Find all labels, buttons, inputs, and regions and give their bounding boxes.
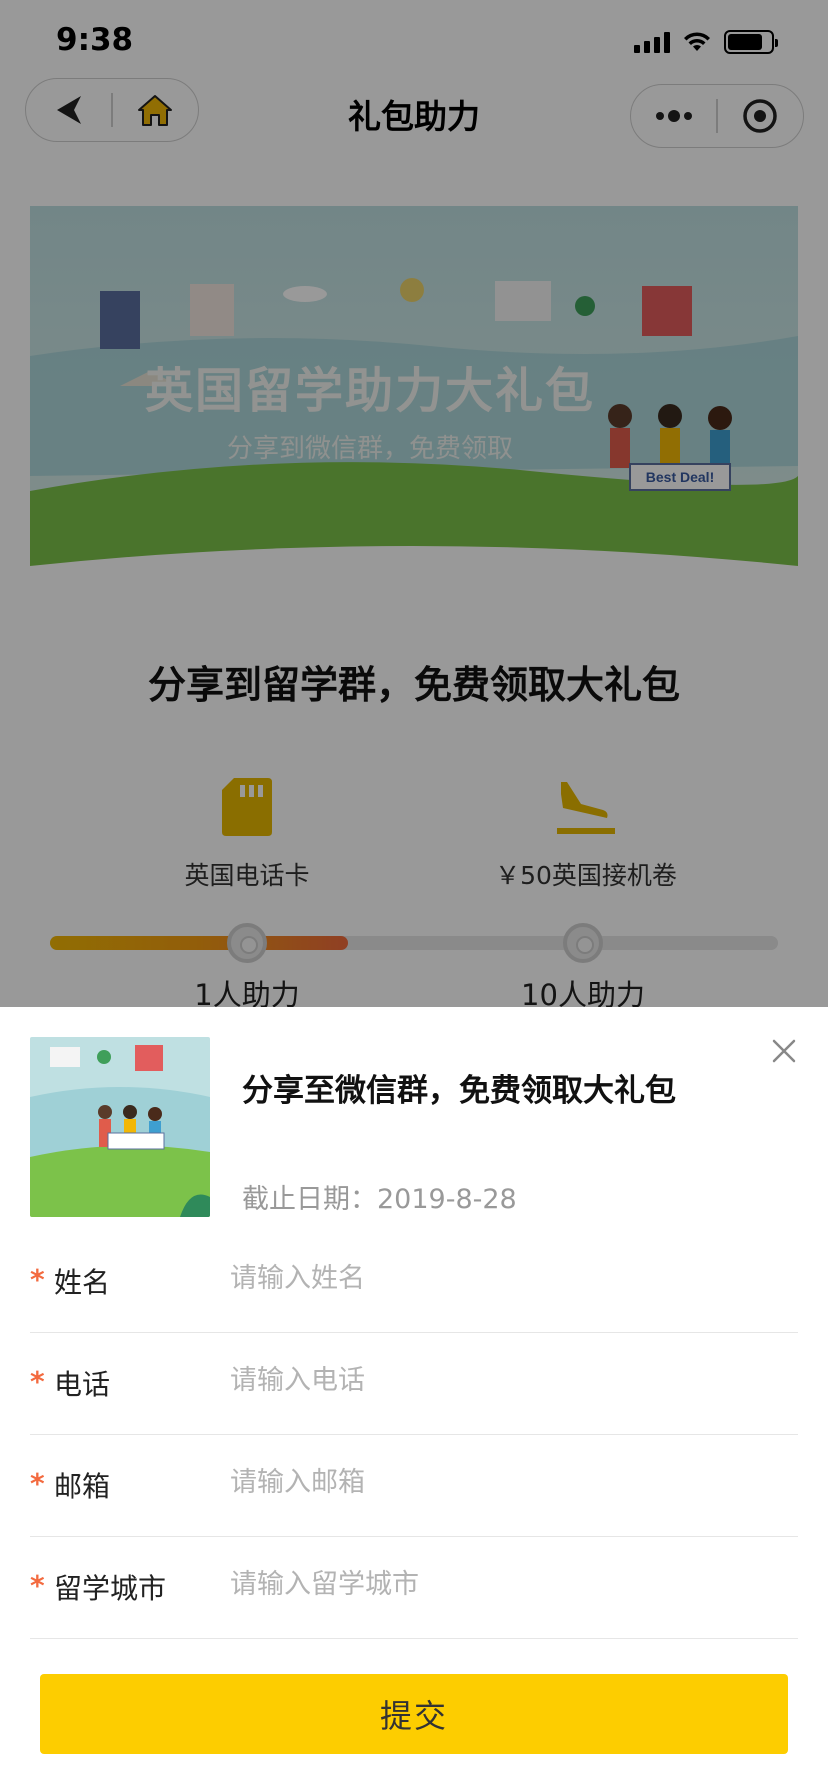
name-row: * 姓名	[30, 1231, 798, 1333]
deadline-date: 截止日期：2019-8-28	[242, 1177, 517, 1216]
required-mark: *	[30, 1263, 45, 1296]
deadline-value: 2019-8-28	[377, 1184, 517, 1215]
name-label: 姓名	[54, 1266, 111, 1299]
close-icon	[772, 1039, 796, 1063]
email-label: 邮箱	[54, 1470, 111, 1503]
share-form-sheet: 分享至微信群，免费领取大礼包 截止日期：2019-8-28 * 姓名 * 电话 …	[0, 1007, 828, 1792]
email-row: * 邮箱	[30, 1435, 798, 1537]
deadline-label: 截止日期：	[242, 1184, 377, 1215]
modal-overlay[interactable]	[0, 0, 828, 1008]
submit-button[interactable]: 提交	[40, 1674, 788, 1754]
required-mark: *	[30, 1467, 45, 1500]
phone-input[interactable]	[230, 1355, 790, 1405]
email-input[interactable]	[230, 1457, 790, 1507]
close-button[interactable]	[766, 1033, 802, 1069]
phone-row: * 电话	[30, 1333, 798, 1435]
required-mark: *	[30, 1569, 45, 1602]
name-input[interactable]	[230, 1253, 790, 1303]
gift-thumbnail	[30, 1037, 210, 1217]
city-label: 留学城市	[54, 1572, 167, 1605]
sheet-title: 分享至微信群，免费领取大礼包	[242, 1073, 676, 1109]
signup-form: * 姓名 * 电话 * 邮箱 * 留学城市	[30, 1231, 798, 1639]
required-mark: *	[30, 1365, 45, 1398]
city-input[interactable]	[230, 1559, 790, 1609]
phone-label: 电话	[54, 1368, 111, 1401]
city-row: * 留学城市	[30, 1537, 798, 1639]
